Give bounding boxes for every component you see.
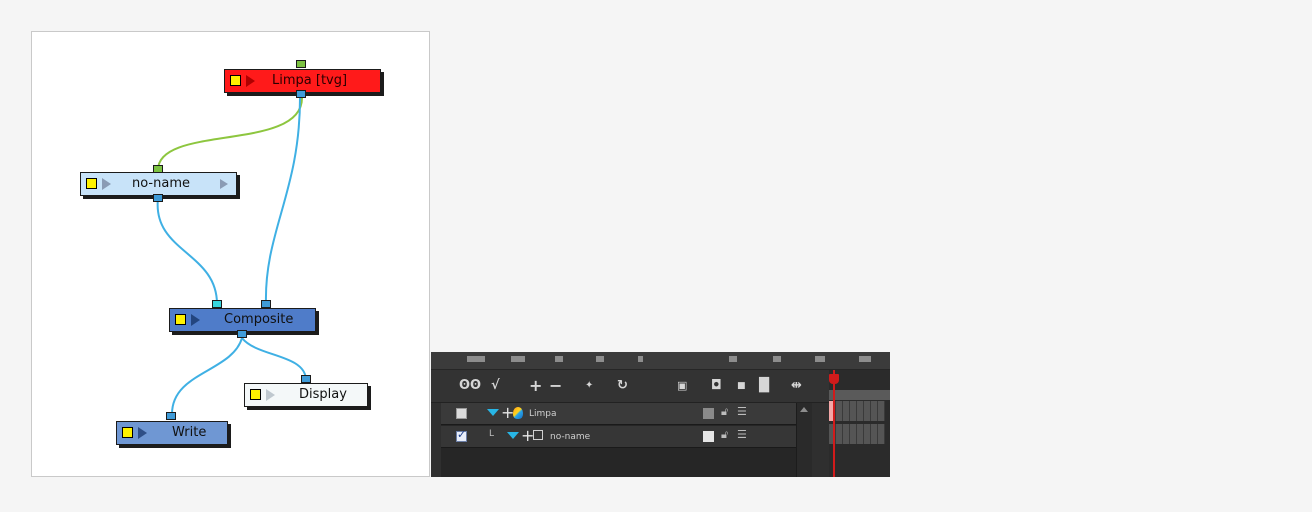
keyframe-icon[interactable] xyxy=(555,356,563,362)
composite-input-port-2[interactable] xyxy=(261,300,271,308)
composite-output-port[interactable] xyxy=(237,330,247,338)
timeline-panel: ʘʘ √ + − ✦ ↻ ▣ ◘ ■ █ ⇹ + Limpa 🔓︎ ☰ L + … xyxy=(431,352,890,477)
timeline-top-toolbar xyxy=(431,352,890,370)
hierarchy-prefix: L xyxy=(489,429,495,439)
layer-enable-checkbox[interactable] xyxy=(456,408,467,419)
frame-cell[interactable] xyxy=(864,424,871,444)
play-arrow-icon[interactable] xyxy=(266,389,275,401)
frame-cell[interactable] xyxy=(836,424,843,444)
frame-cell[interactable] xyxy=(864,401,871,421)
composite-input-port-1[interactable] xyxy=(212,300,222,308)
limpa-input-port[interactable] xyxy=(296,60,306,68)
play-arrow-icon[interactable] xyxy=(138,427,147,439)
limpa-output-port[interactable] xyxy=(296,90,306,98)
play-arrow-icon[interactable] xyxy=(102,178,111,190)
remove-layer-icon[interactable]: − xyxy=(549,378,562,394)
layer-properties-icon[interactable]: ◘ xyxy=(711,378,722,394)
frame-grid[interactable] xyxy=(829,370,890,477)
frame-cell[interactable] xyxy=(836,401,843,421)
node-limpa-label: Limpa [tvg] xyxy=(272,73,348,88)
wire-composite-to-write xyxy=(171,337,243,415)
layer-stack-icon[interactable]: ☰ xyxy=(737,428,747,441)
lock-icon[interactable]: 🔓︎ xyxy=(721,405,728,419)
onion-skin-icon[interactable]: ʘʘ xyxy=(459,378,481,394)
frame-cell[interactable] xyxy=(871,401,878,421)
play-arrow-icon[interactable] xyxy=(191,314,200,326)
node-view-panel: Limpa [tvg] no-name Composite Display Wr… xyxy=(31,31,430,477)
frame-ruler[interactable] xyxy=(829,390,890,400)
node-display[interactable]: Display xyxy=(244,383,368,407)
add-peg-icon[interactable]: ↻ xyxy=(617,378,628,394)
expand-arrow-icon[interactable] xyxy=(220,179,228,189)
layer-name: no-name xyxy=(550,432,591,442)
group-layer-icon xyxy=(533,430,543,440)
layer-stack-icon[interactable]: ☰ xyxy=(737,405,747,418)
layer-list: + Limpa 🔓︎ ☰ L + no-name 🔓︎ ☰ xyxy=(441,403,796,477)
toolbar-button-icon[interactable] xyxy=(859,356,871,362)
layer-color-swatch[interactable] xyxy=(703,431,714,442)
layer-row-limpa[interactable]: + Limpa 🔓︎ ☰ xyxy=(441,403,796,425)
node-color-swatch-icon[interactable] xyxy=(86,178,97,189)
layer-name: Limpa xyxy=(529,409,557,419)
keyframe-icon[interactable] xyxy=(596,356,604,362)
toolbar-button-icon[interactable] xyxy=(815,356,825,362)
collapse-triangle-icon[interactable] xyxy=(487,409,499,416)
node-color-swatch-icon[interactable] xyxy=(230,75,241,86)
toolbar-button-icon[interactable] xyxy=(638,356,643,362)
node-connections xyxy=(156,97,307,415)
frame-cell[interactable] xyxy=(857,424,864,444)
toolbar-button-icon[interactable] xyxy=(467,356,485,362)
large-square-icon[interactable]: █ xyxy=(759,378,769,394)
toolbar-button-icon[interactable] xyxy=(511,356,525,362)
node-color-swatch-icon[interactable] xyxy=(175,314,186,325)
drawing-layer-icon xyxy=(513,407,523,419)
wire-composite-to-display xyxy=(241,337,307,380)
frame-cell[interactable] xyxy=(857,401,864,421)
scroll-up-arrow-icon[interactable] xyxy=(800,407,808,412)
layer-row-no-name[interactable]: L + no-name 🔓︎ ☰ xyxy=(441,426,796,448)
frame-cell[interactable] xyxy=(850,401,857,421)
layer-list-scrollbar[interactable] xyxy=(796,403,812,477)
frame-cell[interactable] xyxy=(850,424,857,444)
keyframe-icon[interactable] xyxy=(729,356,737,362)
wire-noname-to-composite xyxy=(156,197,218,305)
collapse-triangle-icon[interactable] xyxy=(507,432,519,439)
node-noname-label: no-name xyxy=(132,176,190,191)
playhead[interactable] xyxy=(833,370,835,477)
show-thumbnails-icon[interactable]: ▣ xyxy=(677,378,687,394)
node-composite-label: Composite xyxy=(224,312,294,327)
frame-cell[interactable] xyxy=(871,424,878,444)
onion-skin-add-icon[interactable]: √ xyxy=(491,378,500,394)
frame-cell[interactable] xyxy=(843,401,850,421)
node-write-label: Write xyxy=(172,425,207,440)
play-arrow-icon[interactable] xyxy=(246,75,255,87)
node-color-swatch-icon[interactable] xyxy=(250,389,261,400)
noname-output-port[interactable] xyxy=(153,194,163,202)
node-composite[interactable]: Composite xyxy=(169,308,316,332)
node-write[interactable]: Write xyxy=(116,421,228,445)
playhead-handle[interactable] xyxy=(829,374,839,384)
frame-cell[interactable] xyxy=(878,401,885,421)
display-input-port[interactable] xyxy=(301,375,311,383)
node-display-label: Display xyxy=(299,387,347,402)
write-input-port[interactable] xyxy=(166,412,176,420)
layer-enable-checkbox[interactable] xyxy=(456,428,467,442)
wire-limpa-to-noname xyxy=(157,97,303,171)
layer-toolbar: ʘʘ √ + − ✦ ↻ ▣ ◘ ■ █ ⇹ xyxy=(431,370,890,403)
layer-color-swatch[interactable] xyxy=(703,408,714,419)
add-drawing-icon[interactable]: ✦ xyxy=(585,378,593,394)
expand-frames-icon[interactable]: ⇹ xyxy=(791,378,802,394)
small-square-icon[interactable]: ■ xyxy=(737,378,746,394)
keyframe-icon[interactable] xyxy=(773,356,781,362)
frame-cell[interactable] xyxy=(878,424,885,444)
frame-cell[interactable] xyxy=(843,424,850,444)
node-color-swatch-icon[interactable] xyxy=(122,427,133,438)
add-layer-icon[interactable]: + xyxy=(529,378,542,394)
node-no-name[interactable]: no-name xyxy=(80,172,237,196)
lock-icon[interactable]: 🔓︎ xyxy=(721,428,728,442)
